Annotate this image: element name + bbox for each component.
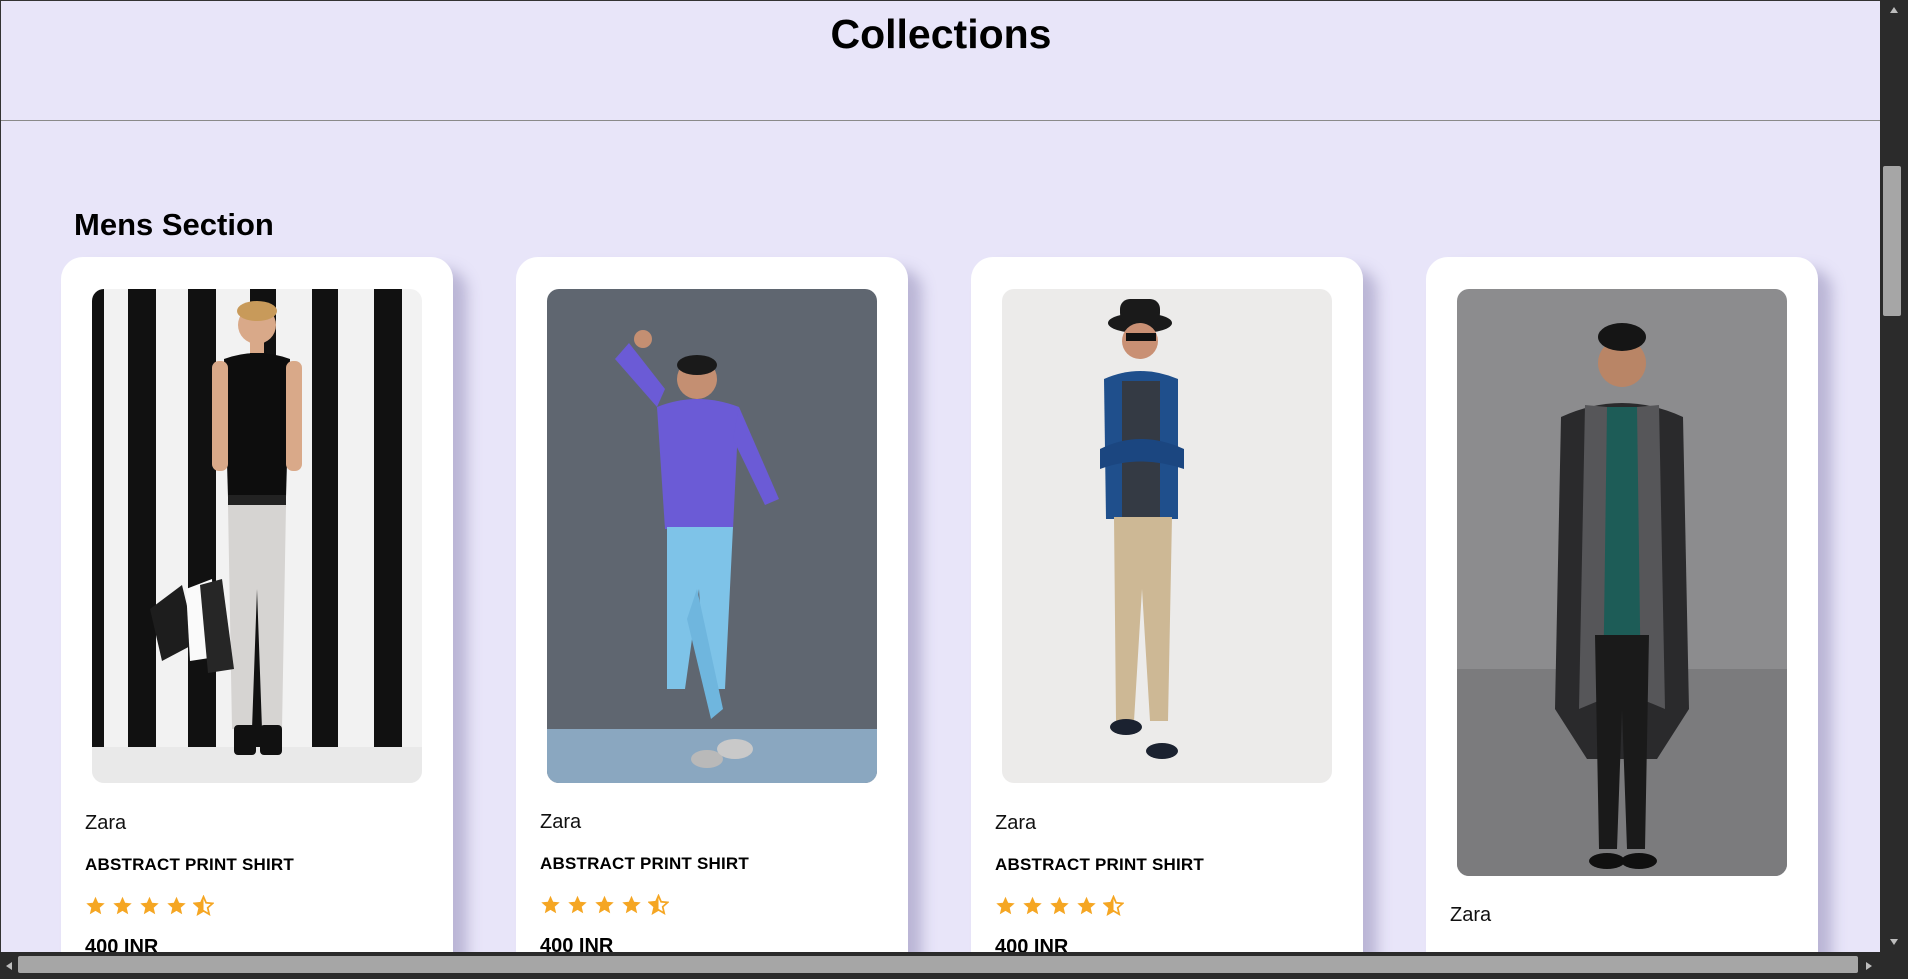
product-card[interactable]: Zara ABSTRACT PRINT SHIRT 400 INR: [61, 257, 453, 952]
star-icon: [595, 895, 614, 914]
star-icon: [86, 896, 105, 915]
page-viewport: Collections Mens Section Zara ABSTRACT P…: [0, 0, 1880, 952]
star-icon: [541, 895, 560, 914]
star-half-icon: [193, 895, 214, 916]
vertical-scrollbar-thumb[interactable]: [1883, 166, 1901, 316]
product-rating: [995, 895, 1124, 916]
product-card[interactable]: Zara ABSTRACT PRINT SHIRT 400 INR: [971, 257, 1363, 952]
product-image-man-purple-sweater: [547, 289, 877, 783]
product-image[interactable]: [1457, 289, 1787, 876]
product-image-man-with-bags: [92, 289, 422, 783]
star-icon: [140, 896, 159, 915]
product-brand: Zara: [1450, 904, 1492, 926]
product-price: 400 INR: [540, 935, 614, 952]
product-image[interactable]: [1002, 289, 1332, 783]
arrow-down-icon[interactable]: [1880, 932, 1908, 952]
page-title: Collections: [830, 11, 1052, 57]
arrow-right-icon[interactable]: [1860, 952, 1878, 979]
product-price: 400 INR: [85, 936, 159, 952]
product-name[interactable]: ABSTRACT PRINT SHIRT: [995, 855, 1204, 875]
product-image[interactable]: [547, 289, 877, 783]
product-brand: Zara: [995, 812, 1037, 834]
section-title: Mens Section: [74, 207, 274, 242]
arrow-up-icon[interactable]: [1880, 0, 1908, 20]
star-icon: [996, 896, 1015, 915]
star-icon: [167, 896, 186, 915]
star-icon: [622, 895, 641, 914]
product-card[interactable]: Zara: [1426, 257, 1818, 952]
star-half-icon: [648, 894, 669, 915]
star-half-icon: [1103, 895, 1124, 916]
product-rating: [85, 895, 214, 916]
star-icon: [113, 896, 132, 915]
vertical-scrollbar[interactable]: [1880, 0, 1908, 952]
product-brand: Zara: [540, 811, 582, 833]
product-card[interactable]: Zara ABSTRACT PRINT SHIRT 400 INR: [516, 257, 908, 952]
star-icon: [568, 895, 587, 914]
product-price: 400 INR: [995, 936, 1069, 952]
arrow-left-icon[interactable]: [0, 952, 18, 979]
star-icon: [1050, 896, 1069, 915]
product-name[interactable]: ABSTRACT PRINT SHIRT: [85, 855, 294, 875]
horizontal-scrollbar-thumb[interactable]: [18, 956, 1858, 973]
product-name[interactable]: ABSTRACT PRINT SHIRT: [540, 854, 749, 874]
product-brand: Zara: [85, 812, 127, 834]
horizontal-scrollbar[interactable]: [0, 952, 1908, 979]
star-icon: [1077, 896, 1096, 915]
product-image-man-black-coat: [1457, 289, 1787, 876]
star-icon: [1023, 896, 1042, 915]
product-image-man-denim-shirt: [1002, 289, 1332, 783]
product-image[interactable]: [92, 289, 422, 783]
product-rating: [540, 894, 669, 915]
page-header: Collections: [1, 1, 1880, 121]
